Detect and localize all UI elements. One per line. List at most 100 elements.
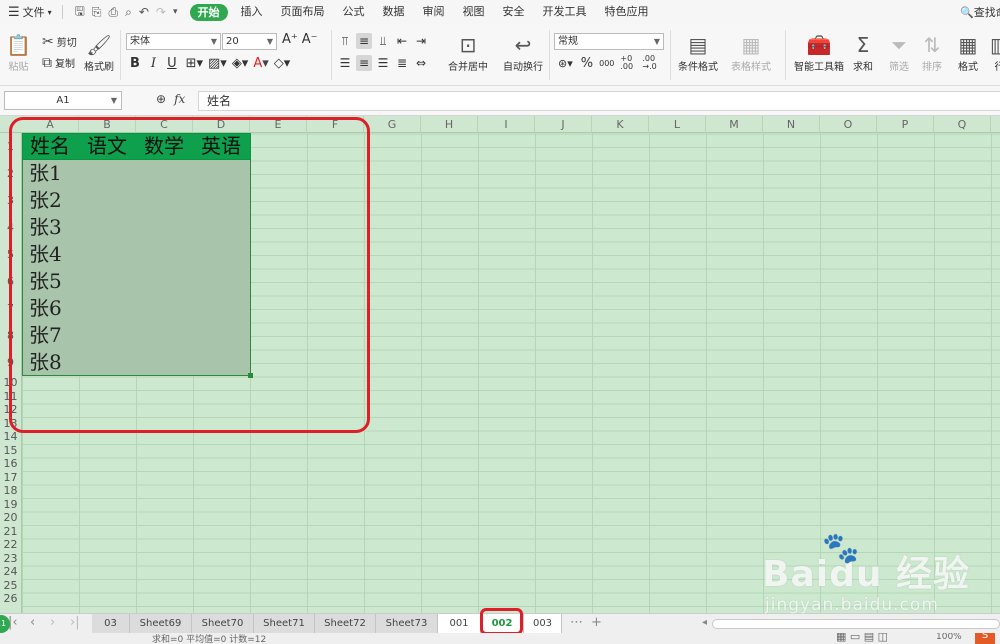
font-name-select[interactable]: 宋体 ▼ bbox=[126, 33, 221, 50]
row-header[interactable]: 23 bbox=[0, 552, 21, 565]
zoom-level[interactable]: 100% bbox=[936, 633, 962, 642]
row-header[interactable]: 18 bbox=[0, 484, 21, 497]
name-cell[interactable]: 张8 bbox=[22, 349, 62, 376]
zoom-formula-icon[interactable]: ⊕ bbox=[156, 92, 166, 106]
merge-center-button[interactable]: ⊡ 合并居中 bbox=[448, 32, 488, 73]
table-style-button[interactable]: ▦ 表格样式 bbox=[731, 32, 771, 73]
sheet-tab[interactable]: 003 bbox=[524, 614, 562, 633]
name-cell[interactable]: 张7 bbox=[22, 322, 62, 349]
column-header[interactable]: C bbox=[136, 116, 193, 133]
header-cell[interactable]: 英语 bbox=[194, 133, 241, 160]
row-header[interactable]: 3 bbox=[0, 194, 21, 207]
redo-icon[interactable]: ↷ bbox=[156, 5, 166, 19]
fx-button[interactable]: fx bbox=[174, 92, 185, 106]
tab-4[interactable]: 数据 bbox=[374, 0, 414, 24]
copy-button[interactable]: ⧉ 复制 bbox=[42, 55, 75, 71]
align-center-icon[interactable]: ≡ bbox=[356, 55, 372, 71]
header-cell[interactable]: 姓名 bbox=[23, 133, 70, 160]
column-header[interactable]: D bbox=[193, 116, 250, 133]
distributed-icon[interactable]: ⇔ bbox=[413, 55, 429, 71]
row-header[interactable]: 25 bbox=[0, 579, 21, 592]
percent-button[interactable]: % bbox=[581, 56, 593, 71]
sheet-tab[interactable]: 002 bbox=[481, 614, 524, 633]
fill-handle[interactable] bbox=[248, 373, 253, 378]
row-header[interactable]: 13 bbox=[0, 417, 21, 430]
rowcol-button[interactable]: ▥ 行 bbox=[990, 32, 1000, 73]
row-header[interactable]: 24 bbox=[0, 565, 21, 578]
column-header[interactable]: E bbox=[250, 116, 307, 133]
align-bottom-icon[interactable]: ⫫ bbox=[375, 33, 391, 49]
row-header[interactable]: 20 bbox=[0, 511, 21, 524]
decrease-font-icon[interactable]: A⁻ bbox=[302, 32, 318, 47]
row-header[interactable]: 10 bbox=[0, 376, 21, 389]
formula-input[interactable]: 姓名 bbox=[198, 91, 1000, 111]
bold-button[interactable]: B bbox=[130, 56, 140, 71]
name-box[interactable]: A1 ▼ bbox=[4, 91, 122, 110]
align-top-icon[interactable]: ⫪ bbox=[337, 33, 353, 49]
name-cell[interactable]: 张1 bbox=[22, 160, 62, 187]
row-header[interactable]: 9 bbox=[0, 356, 21, 369]
indent-increase-icon[interactable]: ⇥ bbox=[413, 33, 429, 49]
customize-icon[interactable]: ▾ bbox=[173, 7, 178, 17]
border-icon[interactable]: ⊞▾ bbox=[186, 56, 203, 71]
column-header[interactable]: H bbox=[421, 116, 478, 133]
number-format-select[interactable]: 常规 ▼ bbox=[554, 33, 664, 50]
row-header[interactable]: 16 bbox=[0, 457, 21, 470]
column-header[interactable]: L bbox=[649, 116, 706, 133]
sheet-tab[interactable]: Sheet71 bbox=[254, 614, 315, 633]
search-command[interactable]: 🔍查找命 bbox=[960, 4, 1000, 20]
thousands-button[interactable]: 000 bbox=[599, 59, 614, 68]
italic-button[interactable]: I bbox=[151, 56, 156, 71]
smart-toolbox-button[interactable]: 🧰 智能工具箱 bbox=[794, 32, 844, 73]
column-header[interactable]: B bbox=[79, 116, 136, 133]
tab-9[interactable]: 特色应用 bbox=[596, 0, 658, 24]
name-cell[interactable]: 张3 bbox=[22, 214, 62, 241]
cut-button[interactable]: ✂ 剪切 bbox=[42, 34, 77, 50]
shading-icon[interactable]: ▨▾ bbox=[208, 56, 227, 71]
prev-sheet-icon[interactable]: ‹ bbox=[30, 614, 35, 632]
font-size-select[interactable]: 20 ▼ bbox=[222, 33, 277, 50]
indent-decrease-icon[interactable]: ⇤ bbox=[394, 33, 410, 49]
column-header[interactable]: Q bbox=[934, 116, 991, 133]
tab-1[interactable]: 插入 bbox=[232, 0, 272, 24]
filter-button[interactable]: ⏷ 筛选 bbox=[889, 32, 909, 73]
more-sheets-icon[interactable]: ⋯ bbox=[570, 614, 583, 632]
row-header[interactable]: 12 bbox=[0, 403, 21, 416]
fill-color-icon[interactable]: ◈▾ bbox=[232, 56, 249, 71]
add-sheet-icon[interactable]: + bbox=[591, 614, 602, 632]
tab-8[interactable]: 开发工具 bbox=[534, 0, 596, 24]
column-header[interactable]: O bbox=[820, 116, 877, 133]
next-sheet-icon[interactable]: › bbox=[50, 614, 55, 632]
header-cell[interactable]: 数学 bbox=[137, 133, 184, 160]
column-header[interactable]: G bbox=[364, 116, 421, 133]
sheet-tab[interactable]: Sheet69 bbox=[130, 614, 192, 633]
name-cell[interactable]: 张6 bbox=[22, 295, 62, 322]
file-menu[interactable]: ☰ 文件 ▾ bbox=[0, 0, 58, 24]
row-header[interactable]: 14 bbox=[0, 430, 21, 443]
print-preview-icon[interactable]: ⌕ bbox=[125, 5, 132, 20]
row-header[interactable]: 6 bbox=[0, 275, 21, 288]
tab-7[interactable]: 安全 bbox=[494, 0, 534, 24]
header-cell[interactable]: 语文 bbox=[80, 133, 127, 160]
save-icon[interactable]: 🖫 bbox=[75, 2, 85, 23]
paste-button[interactable]: 📋 粘贴 bbox=[6, 32, 31, 73]
undo-icon[interactable]: ↶ bbox=[139, 5, 149, 19]
wrap-text-button[interactable]: ↩ 自动换行 bbox=[503, 32, 543, 73]
format-painter-button[interactable]: 🖌 格式刷 bbox=[84, 32, 114, 73]
align-right-icon[interactable]: ☰ bbox=[375, 55, 391, 71]
row-header[interactable]: 5 bbox=[0, 248, 21, 261]
sheet-tab[interactable]: 001 bbox=[438, 614, 481, 633]
row-header[interactable]: 7 bbox=[0, 302, 21, 315]
font-color-icon[interactable]: A▾ bbox=[253, 56, 268, 71]
row-header[interactable]: 26 bbox=[0, 592, 21, 605]
align-left-icon[interactable]: ☰ bbox=[337, 55, 353, 71]
row-header[interactable]: 11 bbox=[0, 390, 21, 403]
row-header[interactable]: 2 bbox=[0, 167, 21, 180]
print-icon[interactable]: ⎙ bbox=[109, 5, 119, 20]
scroll-left-icon[interactable]: ◂ bbox=[702, 614, 707, 632]
column-header[interactable]: M bbox=[706, 116, 763, 133]
row-header[interactable]: 8 bbox=[0, 329, 21, 342]
eraser-icon[interactable]: ◇▾ bbox=[274, 56, 291, 71]
name-cell[interactable]: 张5 bbox=[22, 268, 62, 295]
sheet-tab[interactable]: Sheet72 bbox=[315, 614, 376, 633]
